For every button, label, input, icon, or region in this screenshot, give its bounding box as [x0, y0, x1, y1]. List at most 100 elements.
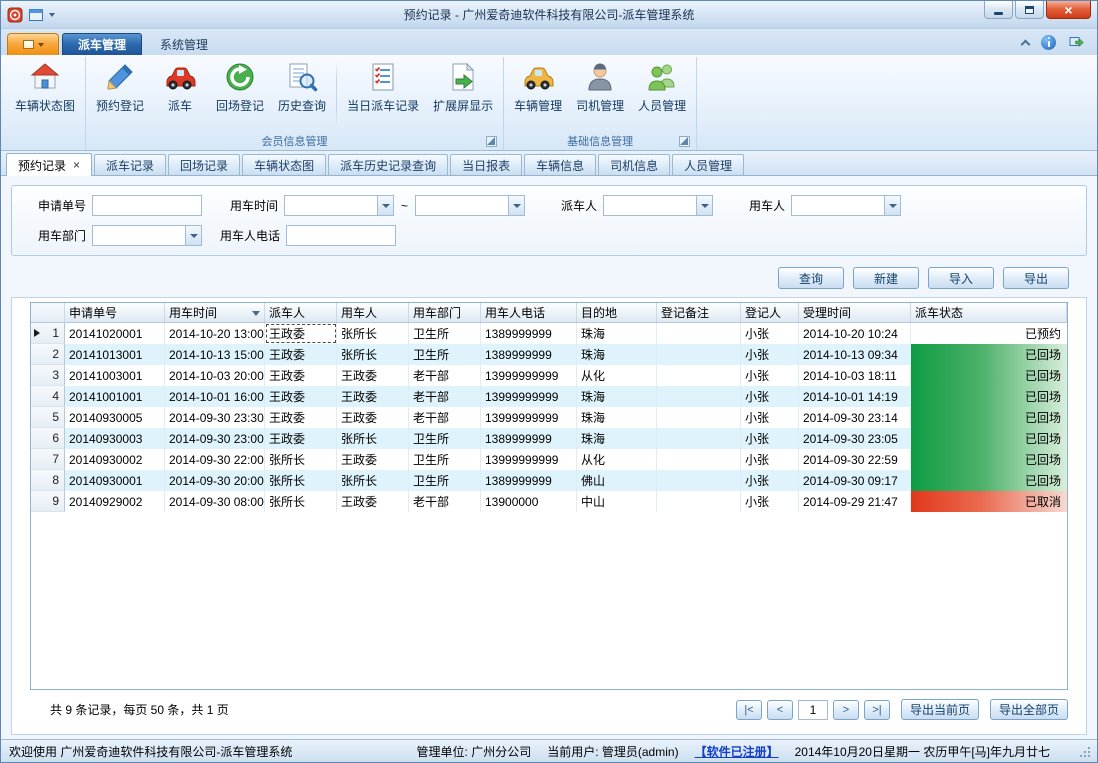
- row-number[interactable]: 6: [31, 428, 65, 449]
- column-header-order-no[interactable]: 申请单号: [65, 303, 165, 322]
- cell[interactable]: [657, 386, 741, 407]
- cell[interactable]: 20140930003: [65, 428, 165, 449]
- dropdown-arrow-icon[interactable]: [884, 196, 900, 215]
- column-header-car-user[interactable]: 用车人: [337, 303, 409, 322]
- cell[interactable]: 老干部: [409, 491, 481, 512]
- dialog-launcher-icon[interactable]: [679, 136, 690, 147]
- cell[interactable]: 2014-10-03 18:11: [799, 365, 911, 386]
- cell[interactable]: 2014-10-20 10:24: [799, 323, 911, 344]
- cell[interactable]: 小张: [741, 344, 799, 365]
- page-number-input[interactable]: [798, 700, 828, 720]
- dropdown-arrow-icon[interactable]: [377, 196, 393, 215]
- import-button[interactable]: 导入: [928, 267, 994, 289]
- cell[interactable]: 珠海: [577, 323, 657, 344]
- cell[interactable]: 珠海: [577, 428, 657, 449]
- cell[interactable]: 卫生所: [409, 470, 481, 491]
- tab-dispatch-history-query[interactable]: 派车历史记录查询: [328, 154, 448, 175]
- dropdown-arrow-icon[interactable]: [508, 196, 524, 215]
- resize-grip[interactable]: [1078, 745, 1091, 758]
- ribbon-button-extend-screen[interactable]: 扩展屏显示: [426, 57, 500, 116]
- qat-dropdown-icon[interactable]: [49, 13, 55, 20]
- ribbon-button-booking-register[interactable]: 预约登记: [89, 57, 151, 116]
- cell[interactable]: 小张: [741, 386, 799, 407]
- minimize-button[interactable]: [984, 1, 1013, 19]
- previous-page-button[interactable]: <: [767, 700, 793, 720]
- cell[interactable]: 王政委: [337, 407, 409, 428]
- cell[interactable]: 王政委: [265, 407, 337, 428]
- department-select[interactable]: [92, 225, 202, 246]
- cell[interactable]: 13999999999: [481, 407, 577, 428]
- status-cell[interactable]: 已回场: [911, 386, 1067, 407]
- cell[interactable]: 20140930002: [65, 449, 165, 470]
- tab-personnel-management[interactable]: 人员管理: [672, 154, 744, 175]
- ribbon-button-history-query[interactable]: 历史查询: [271, 57, 333, 116]
- ribbon-button-personnel-management[interactable]: 人员管理: [631, 57, 693, 116]
- cell[interactable]: 2014-09-30 22:00: [165, 449, 265, 470]
- app-logo-icon[interactable]: [7, 7, 23, 23]
- cell[interactable]: 1389999999: [481, 344, 577, 365]
- cell[interactable]: [657, 491, 741, 512]
- row-number[interactable]: 5: [31, 407, 65, 428]
- cell[interactable]: 卫生所: [409, 344, 481, 365]
- maximize-button[interactable]: [1015, 1, 1044, 19]
- cell[interactable]: 张所长: [265, 449, 337, 470]
- tab-close-icon[interactable]: ×: [73, 159, 80, 171]
- cell[interactable]: 2014-09-30 23:00: [165, 428, 265, 449]
- last-page-button[interactable]: >|: [864, 700, 890, 720]
- cell[interactable]: 小张: [741, 470, 799, 491]
- ribbon-button-driver-management[interactable]: 司机管理: [569, 57, 631, 116]
- status-cell[interactable]: 已回场: [911, 407, 1067, 428]
- tab-daily-report[interactable]: 当日报表: [450, 154, 522, 175]
- cell[interactable]: 1389999999: [481, 428, 577, 449]
- cell[interactable]: 王政委: [265, 428, 337, 449]
- table-row[interactable]: 8 20140930001 2014-09-30 20:00 张所长 张所长 卫…: [31, 470, 1067, 491]
- column-header-remark[interactable]: 登记备注: [657, 303, 741, 322]
- cell-focused[interactable]: 王政委: [265, 323, 337, 344]
- cell[interactable]: 小张: [741, 323, 799, 344]
- cell[interactable]: 小张: [741, 407, 799, 428]
- cell[interactable]: 从化: [577, 449, 657, 470]
- column-header-department[interactable]: 用车部门: [409, 303, 481, 322]
- status-cell[interactable]: 已回场: [911, 344, 1067, 365]
- row-number[interactable]: 4: [31, 386, 65, 407]
- cell[interactable]: 佛山: [577, 470, 657, 491]
- cell[interactable]: 小张: [741, 449, 799, 470]
- collapse-ribbon-icon[interactable]: [1021, 39, 1031, 49]
- cell[interactable]: [657, 428, 741, 449]
- cell[interactable]: 张所长: [265, 470, 337, 491]
- table-row[interactable]: 6 20140930003 2014-09-30 23:00 王政委 张所长 卫…: [31, 428, 1067, 449]
- dropdown-arrow-icon[interactable]: [696, 196, 712, 215]
- cell[interactable]: 20140930001: [65, 470, 165, 491]
- dropdown-arrow-icon[interactable]: [185, 226, 201, 245]
- dispatcher-select[interactable]: [603, 195, 713, 216]
- cell[interactable]: 小张: [741, 428, 799, 449]
- cell[interactable]: [657, 470, 741, 491]
- cell[interactable]: 王政委: [337, 449, 409, 470]
- table-row[interactable]: 2 20141013001 2014-10-13 15:00 王政委 张所长 卫…: [31, 344, 1067, 365]
- order-no-input[interactable]: [92, 195, 202, 216]
- dialog-launcher-icon[interactable]: [486, 136, 497, 147]
- tab-dispatch-records[interactable]: 派车记录: [94, 154, 166, 175]
- status-cell[interactable]: 已回场: [911, 449, 1067, 470]
- cell[interactable]: 王政委: [265, 344, 337, 365]
- cell[interactable]: 张所长: [265, 491, 337, 512]
- cell[interactable]: 珠海: [577, 344, 657, 365]
- ribbon-button-return-register[interactable]: 回场登记: [209, 57, 271, 116]
- cell[interactable]: 王政委: [337, 365, 409, 386]
- column-header-dispatcher[interactable]: 派车人: [265, 303, 337, 322]
- row-number[interactable]: 1: [31, 323, 65, 344]
- cell[interactable]: [657, 323, 741, 344]
- cell[interactable]: 13900000: [481, 491, 577, 512]
- info-icon[interactable]: [1041, 35, 1056, 50]
- cell[interactable]: 中山: [577, 491, 657, 512]
- create-button[interactable]: 新建: [853, 267, 919, 289]
- phone-input[interactable]: [286, 225, 396, 246]
- ribbon-button-today-dispatch-records[interactable]: 当日派车记录: [340, 57, 426, 116]
- cell[interactable]: 小张: [741, 491, 799, 512]
- row-number[interactable]: 2: [31, 344, 65, 365]
- ribbon-tab-system-management[interactable]: 系统管理: [145, 33, 223, 55]
- cell[interactable]: 2014-10-03 20:00: [165, 365, 265, 386]
- cell[interactable]: 卫生所: [409, 449, 481, 470]
- status-cell[interactable]: 已回场: [911, 365, 1067, 386]
- cell[interactable]: 2014-09-30 23:30: [165, 407, 265, 428]
